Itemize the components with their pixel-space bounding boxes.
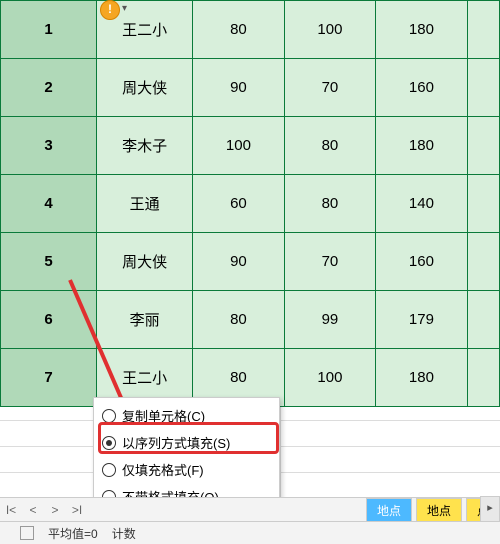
- status-avg: 平均值=0: [48, 525, 98, 542]
- tab-nav-last[interactable]: >I: [66, 503, 88, 517]
- cell-index[interactable]: 1: [1, 1, 97, 59]
- table-row[interactable]: 3 李木子 100 80 180: [1, 117, 500, 175]
- tab-nav-next[interactable]: >: [44, 503, 66, 517]
- cell-b[interactable]: 100: [284, 1, 376, 59]
- sheet-tab[interactable]: 地点: [366, 498, 412, 522]
- cell-a[interactable]: 80: [193, 1, 285, 59]
- sheet-tab-bar: I< < > >I 地点 地点 点: [0, 497, 500, 522]
- table-row[interactable]: 6 李丽 80 99 179: [1, 291, 500, 349]
- radio-icon: [102, 436, 116, 450]
- status-bar: 平均值=0 计数: [0, 521, 500, 544]
- radio-icon: [102, 463, 116, 477]
- table-row[interactable]: 4 王通 60 80 140: [1, 175, 500, 233]
- scroll-right-button[interactable]: ▸: [480, 496, 500, 522]
- table-row[interactable]: 2 周大侠 90 70 160: [1, 59, 500, 117]
- table-row[interactable]: 1 王二小 80 100 180: [1, 1, 500, 59]
- fill-option-series[interactable]: 以序列方式填充(S): [94, 429, 279, 456]
- tab-nav-first[interactable]: I<: [0, 503, 22, 517]
- sheet-tab[interactable]: 地点: [416, 498, 462, 522]
- fill-option-format[interactable]: 仅填充格式(F): [94, 456, 279, 483]
- smart-tag-dropdown-icon[interactable]: ▾: [122, 3, 127, 14]
- status-count: 计数: [112, 525, 136, 542]
- tab-nav-prev[interactable]: <: [22, 503, 44, 517]
- fill-option-copy[interactable]: 复制单元格(C): [94, 402, 279, 429]
- smart-tag-icon[interactable]: !: [100, 0, 120, 20]
- cell-c[interactable]: 180: [376, 1, 468, 59]
- table-row[interactable]: 5 周大侠 90 70 160: [1, 233, 500, 291]
- radio-icon: [102, 409, 116, 423]
- cell-extra[interactable]: [467, 1, 499, 59]
- data-table[interactable]: 1 王二小 80 100 180 2 周大侠 90 70 160 3 李木子 1…: [0, 0, 500, 407]
- status-box-icon: [20, 526, 34, 540]
